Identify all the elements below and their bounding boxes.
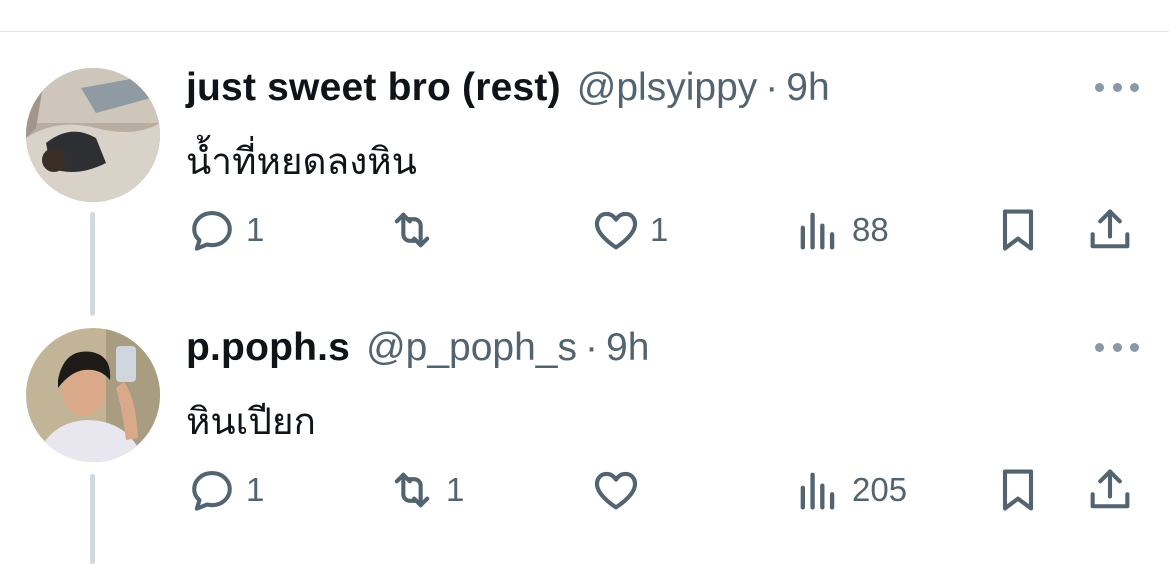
views-count: 205 xyxy=(852,471,908,508)
bookmark-icon xyxy=(1002,209,1034,251)
top-divider xyxy=(0,31,1169,32)
reply-icon xyxy=(192,471,232,511)
heart-icon xyxy=(594,211,638,250)
retweet-icon xyxy=(394,212,430,248)
views-count: 88 xyxy=(852,211,889,248)
share-icon xyxy=(1090,469,1130,509)
avatar[interactable] xyxy=(26,68,160,202)
bookmark-button[interactable] xyxy=(992,464,1044,516)
avatar-photo xyxy=(26,68,160,202)
tweet-header: p.poph.s @p_poph_s · 9h xyxy=(186,326,649,376)
like-button[interactable]: 1 xyxy=(590,204,668,256)
more-icon[interactable] xyxy=(1095,332,1139,362)
views-button[interactable]: 205 xyxy=(792,464,907,516)
share-button[interactable] xyxy=(1084,464,1136,516)
thread-line xyxy=(90,212,95,316)
avatar-photo xyxy=(26,328,160,462)
avatar[interactable] xyxy=(26,328,160,462)
share-icon xyxy=(1090,209,1130,249)
reply-button[interactable]: 1 xyxy=(186,204,264,256)
like-button[interactable] xyxy=(590,464,650,516)
timestamp[interactable]: 9h xyxy=(606,326,649,370)
separator: · xyxy=(585,326,598,369)
views-icon xyxy=(800,212,835,250)
retweet-count: 1 xyxy=(446,471,465,508)
reply-count: 1 xyxy=(246,211,265,248)
separator: · xyxy=(765,66,779,109)
tweet[interactable]: p.poph.s @p_poph_s · 9h หินเปียก 1 1 205 xyxy=(0,326,1169,564)
handle[interactable]: @p_poph_s xyxy=(366,326,577,370)
action-bar: 1 1 88 xyxy=(186,204,1136,256)
like-count: 1 xyxy=(650,211,669,248)
retweet-button[interactable] xyxy=(386,204,446,256)
retweet-icon xyxy=(394,472,430,508)
thread-line xyxy=(90,474,95,564)
tweet[interactable]: just sweet bro (rest) @plsyippy · 9h น้ำ… xyxy=(0,66,1169,326)
bookmark-button[interactable] xyxy=(992,204,1044,256)
reply-button[interactable]: 1 xyxy=(186,464,264,516)
display-name[interactable]: p.poph.s xyxy=(186,326,350,370)
timestamp[interactable]: 9h xyxy=(786,66,829,110)
views-icon xyxy=(800,472,835,510)
tweet-text: น้ำที่หยดลงหิน xyxy=(186,141,417,182)
tweet-header: just sweet bro (rest) @plsyippy · 9h xyxy=(186,66,830,116)
heart-icon xyxy=(594,471,638,510)
tweet-text: หินเปียก xyxy=(186,401,316,442)
reply-count: 1 xyxy=(246,471,265,508)
action-bar: 1 1 205 xyxy=(186,464,1136,516)
handle[interactable]: @plsyippy xyxy=(577,66,758,110)
more-icon[interactable] xyxy=(1095,72,1139,102)
reply-icon xyxy=(192,211,232,251)
views-button[interactable]: 88 xyxy=(792,204,889,256)
bookmark-icon xyxy=(1002,469,1034,511)
retweet-button[interactable]: 1 xyxy=(386,464,464,516)
share-button[interactable] xyxy=(1084,204,1136,256)
display-name[interactable]: just sweet bro (rest) xyxy=(186,66,561,110)
